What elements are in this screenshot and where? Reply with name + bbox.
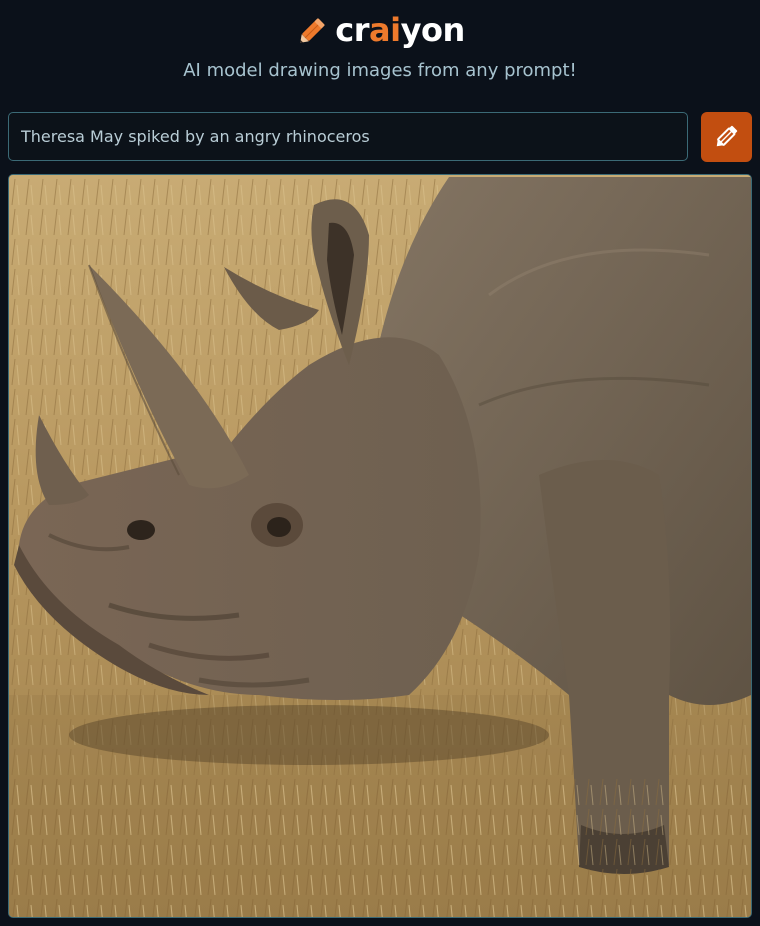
rhino-image [9, 175, 751, 917]
brand-name: craiyon [335, 11, 466, 49]
brand-name-accent: ai [369, 11, 401, 49]
draw-button[interactable] [701, 112, 752, 162]
brand-name-prefix: cr [335, 11, 370, 49]
tagline: AI model drawing images from any prompt! [183, 60, 577, 81]
pencil-icon [295, 12, 331, 48]
pencil-icon [712, 121, 742, 154]
craiyon-app: craiyon AI model drawing images from any… [0, 0, 760, 926]
brand-logo[interactable]: craiyon [0, 8, 760, 52]
generated-image[interactable] [8, 174, 752, 918]
brand-name-suffix: yon [400, 11, 466, 49]
prompt-input[interactable] [8, 112, 688, 161]
